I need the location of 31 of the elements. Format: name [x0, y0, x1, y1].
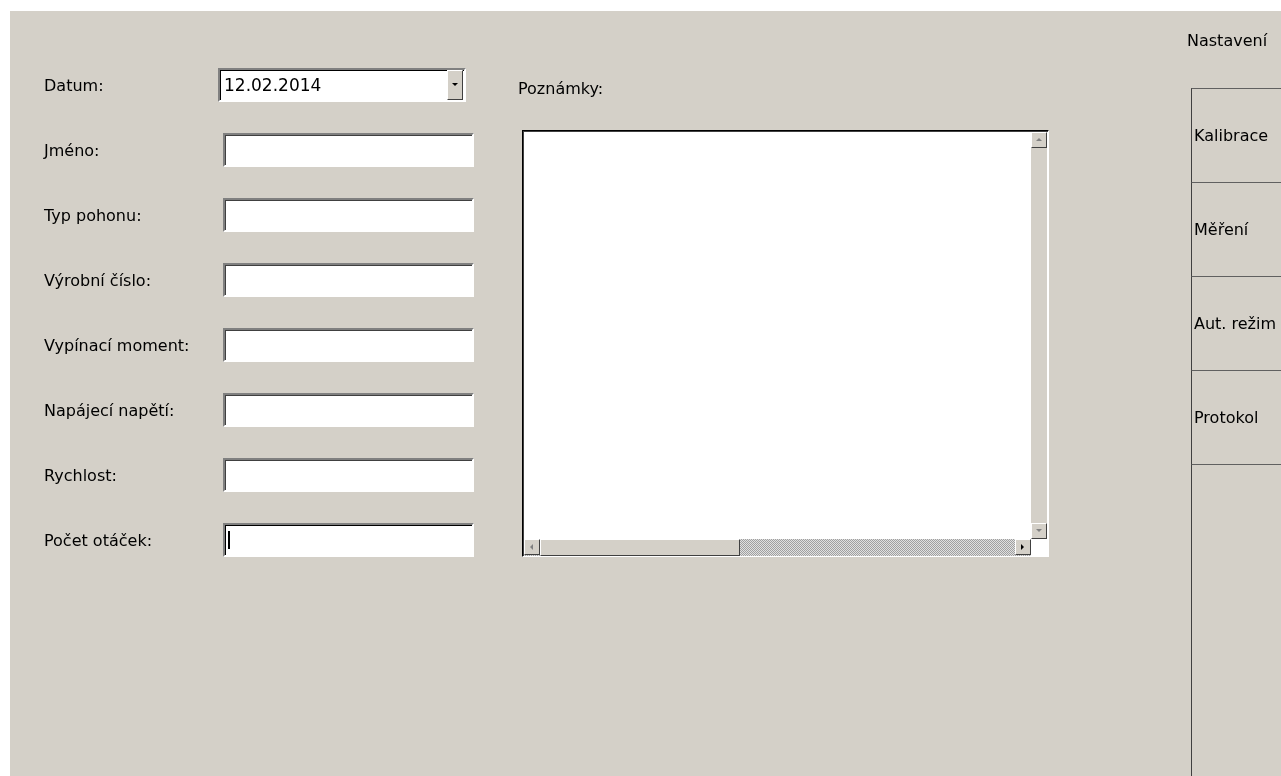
input-field[interactable]: [223, 198, 474, 232]
field-label: Počet otáček:: [44, 530, 154, 550]
input-field[interactable]: [223, 133, 474, 167]
text-cursor: [228, 531, 230, 549]
notes-label: Poznámky:: [518, 79, 605, 98]
field-label: Rychlost:: [44, 465, 118, 485]
field-label: Datum:: [44, 75, 105, 95]
input-field[interactable]: [223, 458, 474, 492]
notes-field[interactable]: [522, 130, 1049, 557]
tab[interactable]: Protokol: [1191, 370, 1281, 464]
field-label: Jméno:: [44, 140, 101, 160]
arrow-right-icon: [1021, 543, 1025, 551]
field-label: Napájecí napětí:: [44, 400, 176, 420]
tab[interactable]: Měření: [1191, 182, 1281, 276]
input-field[interactable]: [223, 523, 474, 557]
horizontal-scrollbar[interactable]: [524, 539, 1031, 556]
arrow-down-icon: [1035, 529, 1043, 533]
field-label: Vypínací moment:: [44, 335, 191, 355]
caret-icon: [451, 83, 459, 87]
date-dropdown[interactable]: 12.02.2014: [218, 68, 466, 102]
tab[interactable]: Nastavení: [1170, 11, 1281, 88]
input-field[interactable]: [223, 393, 474, 427]
arrow-left-icon: [530, 543, 534, 551]
arrow-up-icon: [1035, 138, 1043, 142]
input-field[interactable]: [223, 263, 474, 297]
field-label: Typ pohonu:: [44, 205, 143, 225]
field-label: Výrobní číslo:: [44, 270, 153, 290]
input-field[interactable]: [223, 328, 474, 362]
tab[interactable]: Kalibrace: [1191, 88, 1281, 182]
vertical-scrollbar[interactable]: [1031, 132, 1047, 539]
tab[interactable]: Aut. režim: [1191, 276, 1281, 370]
